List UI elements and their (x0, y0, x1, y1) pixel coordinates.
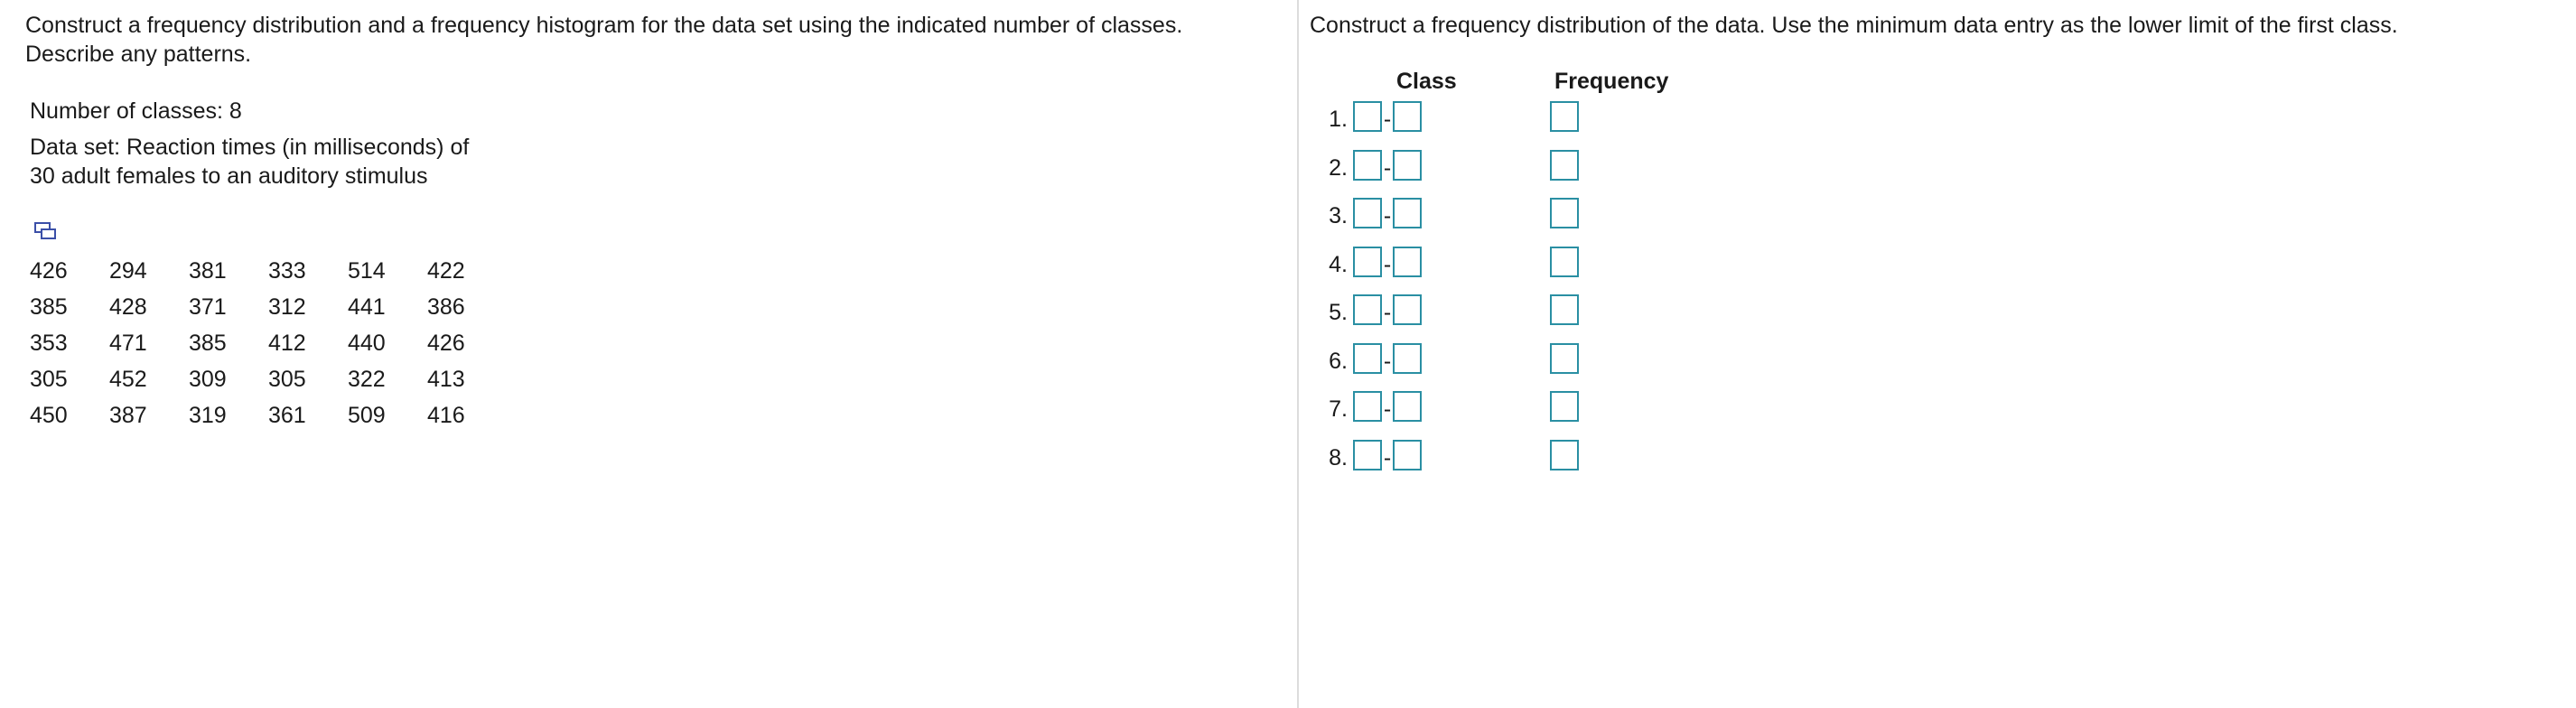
class-upper-limit-input[interactable] (1393, 198, 1422, 228)
row-number: 3. (1329, 203, 1348, 228)
frequency-input[interactable] (1550, 150, 1579, 181)
table-row: 450 387 319 361 509 416 (30, 397, 499, 433)
data-cell: 387 (109, 403, 147, 428)
class-lower-limit-input[interactable] (1353, 101, 1382, 132)
question-instructions: Construct a frequency distribution and a… (25, 13, 1183, 67)
data-cell: 319 (189, 403, 227, 428)
class-upper-limit-input[interactable] (1393, 294, 1422, 325)
class-range-dash: - (1383, 107, 1392, 132)
frequency-input[interactable] (1550, 101, 1579, 132)
data-cell: 322 (348, 367, 386, 392)
class-range-dash: - (1383, 252, 1392, 277)
data-cell: 422 (427, 258, 465, 284)
data-cell: 413 (427, 367, 465, 392)
class-range-dash: - (1383, 300, 1392, 325)
data-cell: 452 (109, 367, 147, 392)
copy-data-icon[interactable] (33, 221, 57, 241)
dataset-description-line2: 30 adult females to an auditory stimulus (30, 163, 428, 189)
frequency-input[interactable] (1550, 391, 1579, 422)
data-cell: 450 (30, 403, 68, 428)
table-row: 353 471 385 412 440 426 (30, 325, 499, 361)
frequency-input[interactable] (1550, 294, 1579, 325)
frequency-column-header: Frequency (1554, 69, 1669, 94)
data-cell: 333 (268, 258, 306, 284)
class-lower-limit-input[interactable] (1353, 150, 1382, 181)
class-upper-limit-input[interactable] (1393, 150, 1422, 181)
class-upper-limit-input[interactable] (1393, 343, 1422, 374)
frequency-input[interactable] (1550, 247, 1579, 277)
data-cell: 514 (348, 258, 386, 284)
class-lower-limit-input[interactable] (1353, 391, 1382, 422)
number-of-classes: Number of classes: 8 (30, 98, 242, 124)
row-number: 8. (1329, 445, 1348, 470)
data-cell: 440 (348, 331, 386, 356)
data-cell: 412 (268, 331, 306, 356)
class-upper-limit-input[interactable] (1393, 391, 1422, 422)
frequency-input[interactable] (1550, 198, 1579, 228)
class-range-dash: - (1383, 445, 1392, 470)
data-cell: 426 (427, 331, 465, 356)
class-row: 5. - (1299, 293, 1660, 329)
dataset-description: Data set: Reaction times (in millisecond… (30, 133, 469, 191)
class-lower-limit-input[interactable] (1353, 247, 1382, 277)
data-cell: 309 (189, 367, 227, 392)
data-cell: 416 (427, 403, 465, 428)
data-cell: 385 (30, 294, 68, 320)
data-cell: 371 (189, 294, 227, 320)
class-row: 2. - (1299, 148, 1660, 184)
frequency-input[interactable] (1550, 440, 1579, 470)
answer-instructions: Construct a frequency distribution of th… (1310, 13, 2398, 38)
class-lower-limit-input[interactable] (1353, 294, 1382, 325)
dataset-description-line1: Data set: Reaction times (in millisecond… (30, 135, 470, 160)
data-cell: 381 (189, 258, 227, 284)
row-number: 5. (1329, 300, 1348, 325)
class-lower-limit-input[interactable] (1353, 343, 1382, 374)
table-row: 385 428 371 312 441 386 (30, 289, 499, 325)
table-row: 426 294 381 333 514 422 (30, 253, 499, 289)
row-number: 6. (1329, 349, 1348, 374)
data-cell: 361 (268, 403, 306, 428)
class-range-dash: - (1383, 349, 1392, 374)
data-cell: 428 (109, 294, 147, 320)
data-cell: 353 (30, 331, 68, 356)
data-cell: 509 (348, 403, 386, 428)
class-upper-limit-input[interactable] (1393, 101, 1422, 132)
row-number: 1. (1329, 107, 1348, 132)
class-row: 7. - (1299, 389, 1660, 425)
data-cell: 441 (348, 294, 386, 320)
data-cell: 294 (109, 258, 147, 284)
frequency-input[interactable] (1550, 343, 1579, 374)
answer-pane: Construct a frequency distribution of th… (1299, 0, 2576, 708)
row-number: 7. (1329, 396, 1348, 422)
question-pane: Construct a frequency distribution and a… (0, 0, 1297, 708)
class-row: 8. - (1299, 438, 1660, 474)
data-cell: 305 (268, 367, 306, 392)
data-cell: 385 (189, 331, 227, 356)
class-lower-limit-input[interactable] (1353, 440, 1382, 470)
class-upper-limit-input[interactable] (1393, 247, 1422, 277)
class-row: 1. - (1299, 99, 1660, 135)
table-row: 305 452 309 305 322 413 (30, 361, 499, 397)
class-lower-limit-input[interactable] (1353, 198, 1382, 228)
class-row: 6. - (1299, 341, 1660, 377)
class-range-dash: - (1383, 203, 1392, 228)
class-upper-limit-input[interactable] (1393, 440, 1422, 470)
data-table: 426 294 381 333 514 422 385 428 371 312 441 386 353 4… (30, 253, 499, 433)
data-cell: 386 (427, 294, 465, 320)
data-cell: 312 (268, 294, 306, 320)
data-cell: 471 (109, 331, 147, 356)
data-cell: 426 (30, 258, 68, 284)
class-row: 3. - (1299, 196, 1660, 232)
data-cell: 305 (30, 367, 68, 392)
row-number: 4. (1329, 252, 1348, 277)
class-range-dash: - (1383, 396, 1392, 422)
class-column-header: Class (1396, 69, 1457, 94)
row-number: 2. (1329, 155, 1348, 181)
class-range-dash: - (1383, 155, 1392, 181)
class-row: 4. - (1299, 245, 1660, 281)
